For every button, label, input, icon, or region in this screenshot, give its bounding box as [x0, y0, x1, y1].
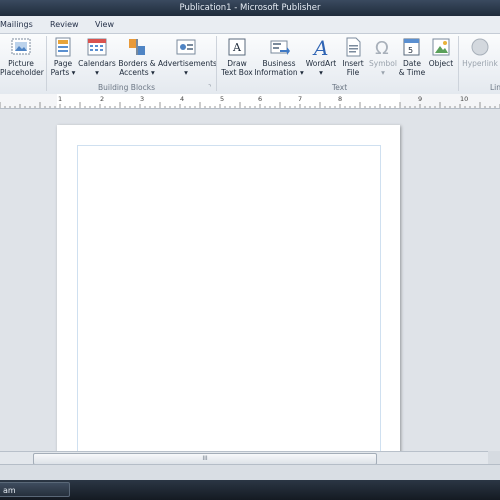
scrollbar-grip-icon: III: [202, 455, 208, 462]
ruler-number: 1: [58, 95, 63, 103]
wordart-label-1: WordArt: [305, 59, 337, 68]
tab-mailings[interactable]: Mailings: [0, 20, 33, 29]
picture-placeholder-label-2: Placeholder: [0, 68, 44, 77]
symbol-label-1: Symbol: [369, 59, 397, 68]
svg-text:5: 5: [408, 46, 413, 55]
business-information-button[interactable]: Business Information ▾: [254, 36, 304, 77]
insert-file-label-1: Insert: [342, 59, 364, 68]
borders-accents-label-1: Borders &: [118, 59, 156, 68]
wordart-button[interactable]: A WordArt ▾: [305, 36, 337, 77]
taskbar-button[interactable]: am: [0, 482, 70, 497]
object-button[interactable]: Object: [427, 36, 455, 68]
picture-placeholder-icon: [10, 36, 32, 58]
picture-placeholder-label-1: Picture: [8, 59, 34, 68]
borders-accents-icon: [126, 36, 148, 58]
symbol-button[interactable]: Ω Symbol ▾: [368, 36, 398, 77]
date-time-icon: 5: [401, 36, 423, 58]
page-parts-icon: [52, 36, 74, 58]
wordart-icon: A: [310, 36, 332, 60]
business-information-label-2: Information ▾: [254, 68, 304, 77]
borders-accents-button[interactable]: Borders & Accents ▾: [118, 36, 156, 77]
horizontal-ruler[interactable]: 1 2 3 4 5 6 7 8 9 10: [0, 94, 500, 109]
draw-text-box-label-2: Text Box: [221, 68, 253, 77]
taskbar-button-label: am: [3, 486, 16, 495]
hyperlink-label: Hyperlink: [462, 59, 498, 68]
group-label-links: Lin: [490, 83, 500, 92]
wordart-label-2: ▾: [319, 68, 323, 77]
date-time-button[interactable]: 5 Date & Time: [398, 36, 426, 77]
insert-file-button[interactable]: Insert File: [340, 36, 366, 77]
date-time-label-1: Date: [403, 59, 421, 68]
business-information-icon: [268, 36, 290, 58]
hyperlink-button[interactable]: Hyperlink: [460, 36, 500, 68]
ruler-number: 6: [258, 95, 263, 103]
ruler-ticks: [0, 94, 500, 108]
building-blocks-launcher-icon[interactable]: ⌝: [208, 84, 211, 91]
calendars-label-2: ▾: [95, 68, 99, 77]
horizontal-scrollbar[interactable]: III: [0, 451, 500, 465]
advertisements-icon: [175, 36, 197, 58]
tab-review[interactable]: Review: [50, 20, 79, 29]
page-parts-button[interactable]: Page Parts ▾: [50, 36, 76, 77]
advertisements-button[interactable]: Advertisements ▾: [158, 36, 217, 77]
ruler-number: 4: [180, 95, 185, 103]
ruler-number: 7: [298, 95, 303, 103]
title-bar: Publication1 - Microsoft Publisher: [0, 0, 500, 16]
page-parts-label-1: Page: [53, 59, 73, 68]
globe-icon: [469, 36, 491, 58]
group-separator: [216, 36, 217, 91]
calendar-icon: [86, 36, 108, 58]
ruler-number: 2: [100, 95, 105, 103]
advertisements-label-1: Advertisements: [158, 59, 217, 68]
symbol-label-2: ▾: [381, 68, 385, 77]
omega-icon: Ω: [372, 36, 394, 59]
workspace-canvas[interactable]: [0, 109, 500, 465]
publication-page[interactable]: [57, 125, 400, 465]
business-information-label-1: Business: [262, 59, 296, 68]
window-title: Publication1 - Microsoft Publisher: [179, 3, 321, 13]
scrollbar-corner: [488, 451, 500, 464]
borders-accents-label-2: Accents ▾: [119, 68, 155, 77]
svg-text:A: A: [312, 36, 328, 58]
svg-text:Ω: Ω: [375, 38, 389, 58]
calendars-label-1: Calendars: [78, 59, 116, 68]
calendars-button[interactable]: Calendars ▾: [78, 36, 116, 77]
text-box-icon: A: [226, 36, 248, 58]
ruler-number: 9: [418, 95, 423, 103]
ruler-number: 3: [140, 95, 145, 103]
draw-text-box-button[interactable]: A Draw Text Box: [220, 36, 254, 77]
svg-text:A: A: [232, 41, 242, 54]
ribbon: Picture Placeholder Page Parts ▾ Calenda…: [0, 33, 500, 95]
advertisements-label-2: ▾: [184, 68, 188, 77]
page-parts-label-2: Parts ▾: [50, 68, 76, 77]
group-separator: [46, 36, 47, 91]
margin-guides: [77, 145, 381, 459]
ruler-number: 10: [460, 95, 469, 103]
group-label-building-blocks: Building Blocks: [98, 83, 156, 92]
object-icon: [430, 36, 452, 58]
insert-file-label-2: File: [346, 68, 360, 77]
draw-text-box-label-1: Draw: [227, 59, 247, 68]
taskbar: am: [0, 480, 500, 500]
group-separator: [458, 36, 459, 91]
status-bar: [0, 464, 500, 481]
tab-view[interactable]: View: [95, 20, 114, 29]
ribbon-tab-strip: Mailings Review View: [0, 16, 500, 34]
insert-file-icon: [342, 36, 364, 58]
ruler-number: 8: [338, 95, 343, 103]
ruler-number: 5: [220, 95, 225, 103]
date-time-label-2: & Time: [398, 68, 426, 77]
group-label-text: Text: [332, 83, 348, 92]
object-label: Object: [428, 59, 454, 68]
picture-placeholder-button[interactable]: Picture Placeholder: [0, 36, 44, 77]
